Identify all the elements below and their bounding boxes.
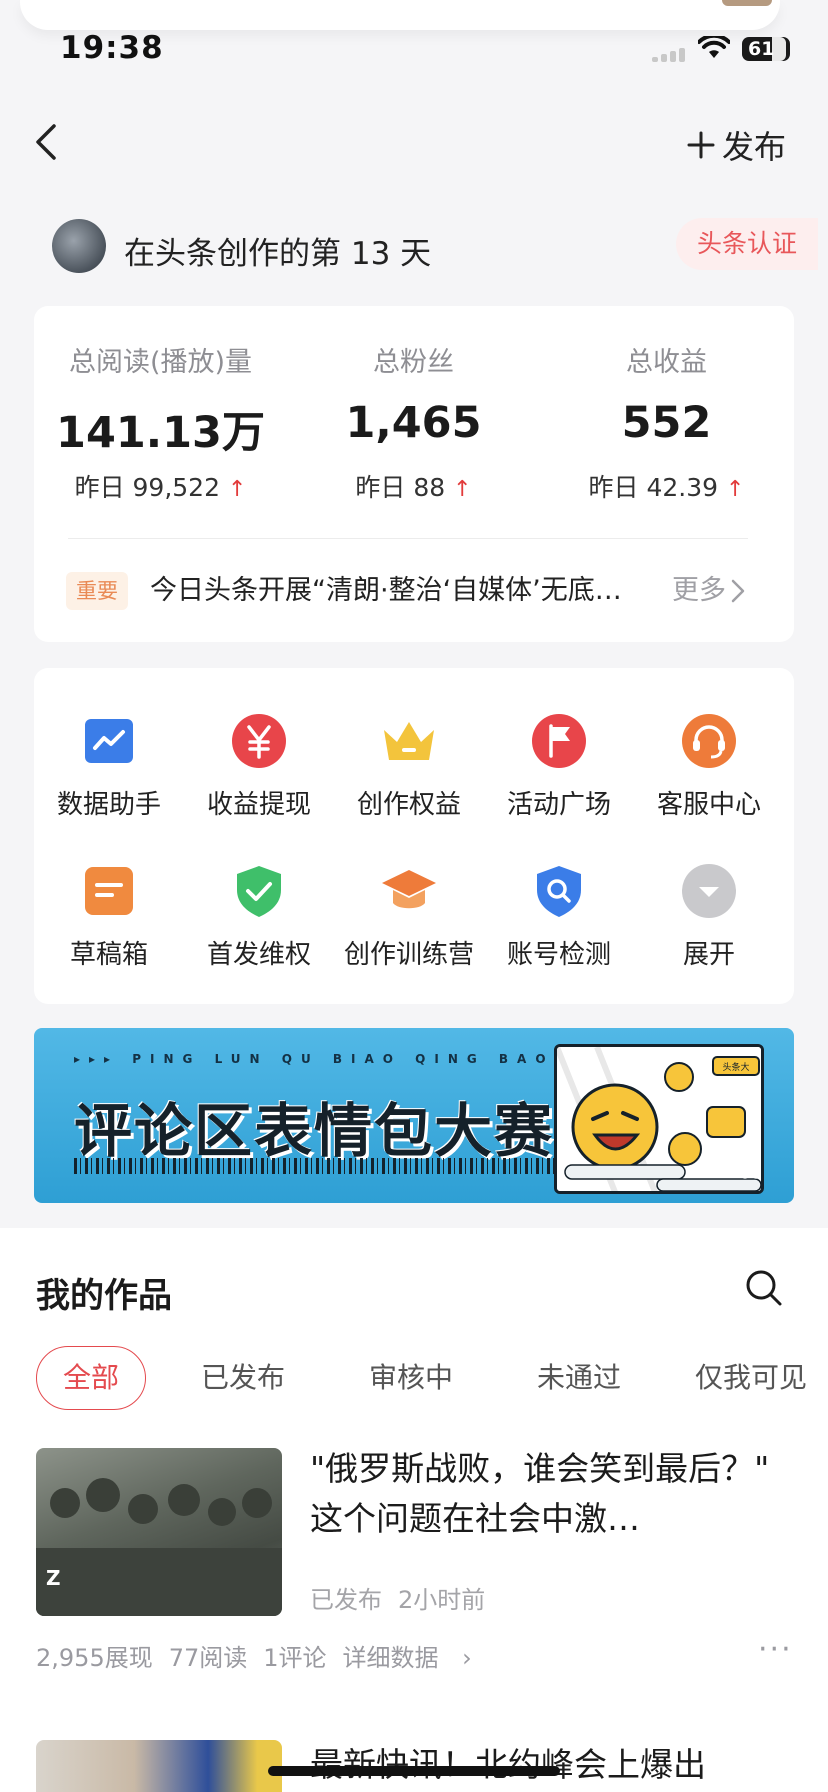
tool-label: 创作训练营 bbox=[343, 940, 474, 970]
notice-text[interactable]: 今日头条开展“清朗·整治‘自媒体’无底… bbox=[150, 572, 690, 610]
stat-label: 总收益 bbox=[626, 347, 707, 378]
tool-label: 活动广场 bbox=[506, 790, 611, 820]
tool-label: 客服中心 bbox=[656, 790, 761, 820]
tools-grid: 数据助手 收益提现 创作权益 活动广场 客服中心 草稿箱 首发维权 创作训练营 … bbox=[34, 668, 794, 1004]
arrow-up-icon: ↑ bbox=[228, 477, 247, 502]
avatar[interactable] bbox=[52, 219, 106, 273]
stat-yesterday: 昨日 88 ↑ bbox=[355, 473, 472, 502]
article-stats: 2,955展现 77阅读 1评论 详细数据 › bbox=[36, 1638, 488, 1673]
tool-creator-camp[interactable]: 创作训练营 bbox=[334, 862, 484, 982]
status-time: 19:38 bbox=[60, 30, 164, 66]
search-icon[interactable] bbox=[744, 1268, 784, 1308]
back-button[interactable] bbox=[30, 122, 64, 162]
divider bbox=[68, 538, 748, 539]
article-thumbnail[interactable] bbox=[36, 1740, 282, 1792]
detail-data-link[interactable]: 详细数据 › bbox=[343, 1644, 472, 1672]
draft-icon bbox=[85, 867, 133, 915]
article-title[interactable]: 最新快讯！北约峰会上爆出 bbox=[310, 1740, 706, 1790]
previous-card-edge bbox=[20, 0, 780, 30]
tool-account-check[interactable]: 账号检测 bbox=[484, 862, 634, 982]
battery-level: 61 bbox=[748, 38, 775, 60]
comments: 1评论 bbox=[263, 1644, 327, 1672]
tool-label: 草稿箱 bbox=[69, 940, 148, 970]
arrow-up-icon: ↑ bbox=[453, 477, 472, 502]
headset-icon bbox=[682, 714, 736, 768]
article-status: 已发布 bbox=[310, 1586, 382, 1614]
more-link[interactable]: 更多 bbox=[672, 572, 746, 610]
vehicle-marking: Z bbox=[46, 1566, 61, 1590]
chevron-right-icon bbox=[731, 579, 745, 603]
article-thumbnail[interactable]: Z bbox=[36, 1448, 282, 1616]
laughing-emoji-icon: 头条大 bbox=[557, 1047, 761, 1191]
banner-title: 评论区表情包大赛 bbox=[74, 1097, 555, 1165]
tool-label: 数据助手 bbox=[56, 790, 161, 820]
stat-value: 552 bbox=[621, 398, 712, 448]
chart-icon bbox=[85, 719, 133, 763]
toutiao-verify-button[interactable]: 头条认证 bbox=[676, 218, 818, 270]
cellular-signal-icon bbox=[652, 48, 690, 62]
tool-expand[interactable]: 展开 bbox=[634, 862, 784, 982]
tool-label: 首发维权 bbox=[206, 940, 311, 970]
tool-label: 创作权益 bbox=[356, 790, 461, 820]
banner-illustration: 头条大 bbox=[554, 1044, 764, 1194]
creation-days-text: 在头条创作的第 13 天 bbox=[124, 236, 432, 272]
chevron-left-icon bbox=[36, 124, 56, 160]
article-time: 2小时前 bbox=[398, 1586, 486, 1614]
shield-search-icon bbox=[537, 866, 581, 917]
stats-card: 总阅读(播放)量 141.13万 昨日 99,522 ↑ 总粉丝 1,465 昨日… bbox=[34, 306, 794, 642]
banner-tag: 头条大 bbox=[722, 1061, 749, 1073]
tool-label: 收益提现 bbox=[206, 790, 311, 820]
tab-rejected[interactable]: 未通过 bbox=[506, 1346, 652, 1410]
tab-published[interactable]: 已发布 bbox=[170, 1346, 316, 1410]
reads: 77阅读 bbox=[168, 1644, 248, 1672]
publish-button[interactable]: 发布 bbox=[686, 122, 786, 168]
more-options-icon[interactable]: ··· bbox=[758, 1632, 793, 1667]
tab-all[interactable]: 全部 bbox=[36, 1346, 146, 1410]
expand-icon bbox=[682, 864, 736, 918]
tool-original-protection[interactable]: 首发维权 bbox=[184, 862, 334, 982]
works-title: 我的作品 bbox=[36, 1276, 172, 1316]
tool-label: 账号检测 bbox=[506, 940, 611, 970]
crown-icon bbox=[384, 722, 434, 760]
stat-value: 1,465 bbox=[345, 398, 482, 448]
stat-value: 141.13万 bbox=[56, 408, 265, 458]
tool-creator-rights[interactable]: 创作权益 bbox=[334, 712, 484, 832]
tool-income-withdraw[interactable]: 收益提现 bbox=[184, 712, 334, 832]
previous-card-thumbnail bbox=[722, 0, 772, 6]
battery-indicator: 61 bbox=[742, 37, 790, 61]
wifi-icon bbox=[698, 36, 730, 58]
more-label: 更多 bbox=[672, 575, 726, 606]
stat-label: 总阅读(播放)量 bbox=[68, 347, 253, 378]
tool-activity-square[interactable]: 活动广场 bbox=[484, 712, 634, 832]
promo-banner[interactable]: ▸▸▸ PING LUN QU BIAO QING BAO DA SAI 评论区… bbox=[34, 1028, 794, 1203]
tab-reviewing[interactable]: 审核中 bbox=[338, 1346, 484, 1410]
plus-icon bbox=[687, 131, 715, 159]
tool-drafts[interactable]: 草稿箱 bbox=[34, 862, 184, 982]
impressions: 2,955展现 bbox=[36, 1644, 153, 1672]
article-meta: 已发布 2小时前 bbox=[310, 1580, 501, 1615]
stat-label: 总粉丝 bbox=[373, 347, 454, 378]
stat-yesterday: 昨日 42.39 ↑ bbox=[588, 473, 745, 502]
shield-check-icon bbox=[237, 866, 281, 917]
important-badge: 重要 bbox=[66, 572, 128, 610]
stat-yesterday: 昨日 99,522 ↑ bbox=[74, 473, 247, 502]
flag-icon bbox=[532, 714, 586, 768]
tool-label: 展开 bbox=[682, 940, 735, 970]
arrow-up-icon: ↑ bbox=[726, 477, 745, 502]
tool-customer-service[interactable]: 客服中心 bbox=[634, 712, 784, 832]
publish-label: 发布 bbox=[722, 128, 787, 166]
banner-barcode-decoration bbox=[74, 1158, 564, 1174]
article-title[interactable]: "俄罗斯战败，谁会笑到最后？" 这个问题在社会中激… bbox=[310, 1444, 790, 1544]
graduation-cap-icon bbox=[382, 870, 436, 909]
tool-data-assistant[interactable]: 数据助手 bbox=[34, 712, 184, 832]
banner-pagination-dots bbox=[742, 1164, 764, 1183]
tab-private[interactable]: 仅我可见 bbox=[674, 1346, 828, 1410]
yuan-icon bbox=[232, 714, 286, 768]
home-indicator[interactable] bbox=[268, 1766, 560, 1776]
